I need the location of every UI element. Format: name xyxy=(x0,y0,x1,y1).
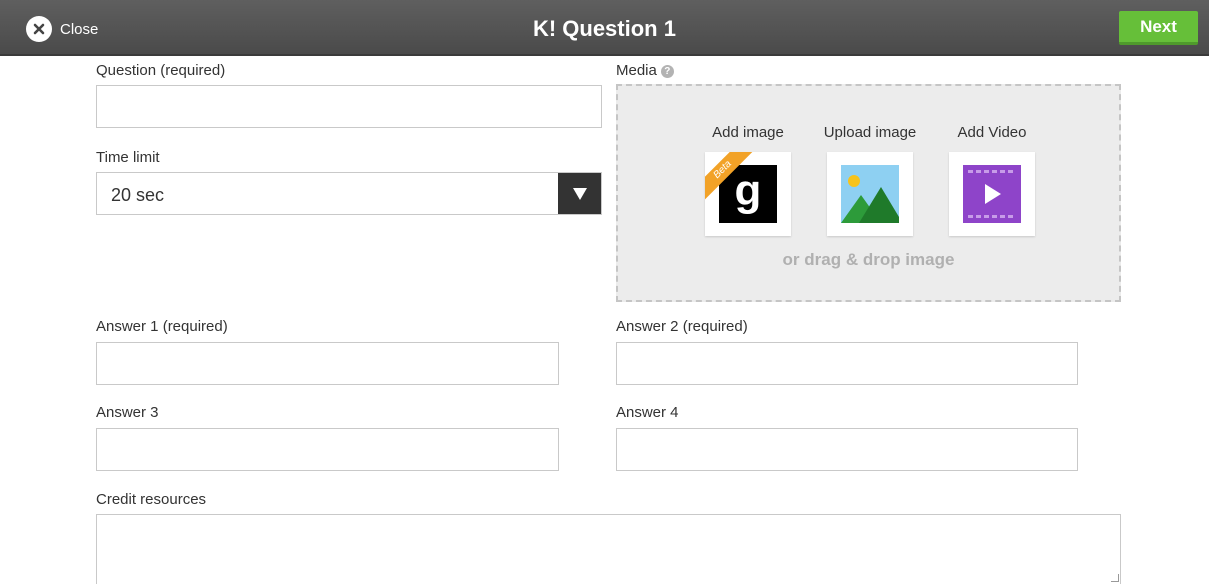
time-limit-value: 20 sec xyxy=(111,185,165,205)
question-label: Question (required) xyxy=(96,62,226,79)
drag-drop-hint: or drag & drop image xyxy=(782,250,955,269)
resize-grip-icon[interactable] xyxy=(1111,574,1119,582)
chevron-down-icon[interactable] xyxy=(558,173,601,214)
kahoot-logo: K! xyxy=(533,16,557,41)
answer-2-label: Answer 2 (required) xyxy=(616,318,748,335)
answer-3-label: Answer 3 xyxy=(96,404,159,421)
time-limit-label: Time limit xyxy=(96,149,160,166)
answer-4-label: Answer 4 xyxy=(616,404,679,421)
landscape-image-icon xyxy=(841,165,899,223)
question-input[interactable] xyxy=(96,85,602,128)
video-play-icon xyxy=(963,165,1021,223)
answer-1-label: Answer 1 (required) xyxy=(96,318,228,335)
answer-3-input[interactable] xyxy=(96,428,559,471)
add-image-label: Add image xyxy=(712,124,784,141)
add-image-button[interactable]: Add image g Beta xyxy=(693,124,803,236)
next-button[interactable]: Next xyxy=(1119,11,1198,45)
add-image-tile[interactable]: g Beta xyxy=(705,152,791,236)
add-video-button[interactable]: Add Video xyxy=(937,124,1047,236)
help-icon[interactable]: ? xyxy=(660,65,674,78)
add-video-tile[interactable] xyxy=(949,152,1035,236)
credit-resources-textarea[interactable] xyxy=(96,514,1121,584)
title-text: Question 1 xyxy=(562,16,676,41)
time-limit-select[interactable]: 20 sec xyxy=(96,172,602,215)
top-bar: Close K! Question 1 Next xyxy=(0,0,1209,56)
page-title: K! Question 1 xyxy=(0,15,1209,43)
media-dropzone[interactable]: Add image g Beta Upload image Add Video xyxy=(616,84,1121,302)
upload-image-tile[interactable] xyxy=(827,152,913,236)
credit-resources-label: Credit resources xyxy=(96,491,207,508)
add-video-label: Add Video xyxy=(957,124,1027,141)
media-label: Media? xyxy=(616,62,674,80)
answer-4-input[interactable] xyxy=(616,428,1078,471)
media-label-text: Media xyxy=(616,62,657,79)
upload-image-label: Upload image xyxy=(823,124,917,141)
getty-glyph: g xyxy=(734,166,762,215)
answer-2-input[interactable] xyxy=(616,342,1078,385)
upload-image-button[interactable]: Upload image xyxy=(815,124,925,236)
answer-1-input[interactable] xyxy=(96,342,559,385)
credit-resources-wrap xyxy=(96,514,1121,584)
